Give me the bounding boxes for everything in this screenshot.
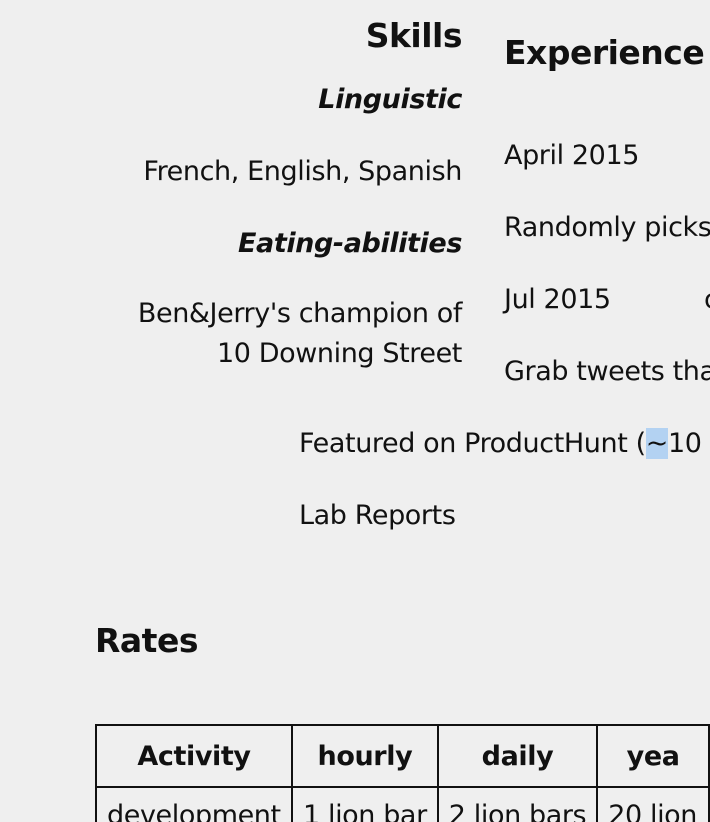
- table-cell: 1 lion bar: [291, 786, 439, 822]
- eating-value-line-1: Ben&Jerry's champion of: [137, 298, 463, 329]
- linguistic-value: French, English, Spanish: [143, 156, 462, 187]
- rates-heading: Rates: [95, 621, 198, 660]
- skills-heading: Skills: [365, 16, 463, 55]
- rates-table: Activity hourly daily yea development 1 …: [94, 724, 710, 822]
- column-header-activity: Activity: [94, 724, 294, 788]
- experience-date-2: Jul 2015: [504, 284, 611, 315]
- resume-page: Skills Experience Linguistic April 2015 …: [0, 0, 710, 822]
- selected-text-highlight: ~: [645, 428, 668, 459]
- featured-suffix: 10: [667, 428, 702, 459]
- eating-value-line-2: 10 Downing Street: [216, 338, 462, 369]
- eating-abilities-label: Eating-abilities: [237, 228, 462, 259]
- experience-date-1: April 2015: [504, 140, 640, 171]
- table-header-row: Activity hourly daily yea: [94, 724, 710, 788]
- linguistic-label: Linguistic: [318, 84, 462, 115]
- table-cell: development: [94, 786, 294, 822]
- lab-reports-link[interactable]: Lab Reports: [299, 500, 456, 531]
- featured-line: Featured on ProductHunt (~10: [299, 428, 702, 459]
- column-header-hourly: hourly: [291, 724, 439, 788]
- column-header-daily: daily: [436, 724, 599, 788]
- eating-abilities-value: Ben&Jerry's champion of 10 Downing Stree…: [137, 294, 463, 374]
- featured-prefix: Featured on ProductHunt (: [299, 428, 646, 459]
- experience-desc-2: Grab tweets tha: [504, 356, 710, 387]
- table-cell: 20 lion: [596, 786, 710, 822]
- column-header-yearly: yea: [596, 724, 710, 788]
- experience-extra-2: c: [704, 284, 710, 315]
- experience-desc-1: Randomly picks: [504, 212, 710, 243]
- experience-heading: Experience: [504, 33, 705, 72]
- table-row: development 1 lion bar 2 lion bars 20 li…: [94, 786, 710, 822]
- table-cell: 2 lion bars: [436, 786, 599, 822]
